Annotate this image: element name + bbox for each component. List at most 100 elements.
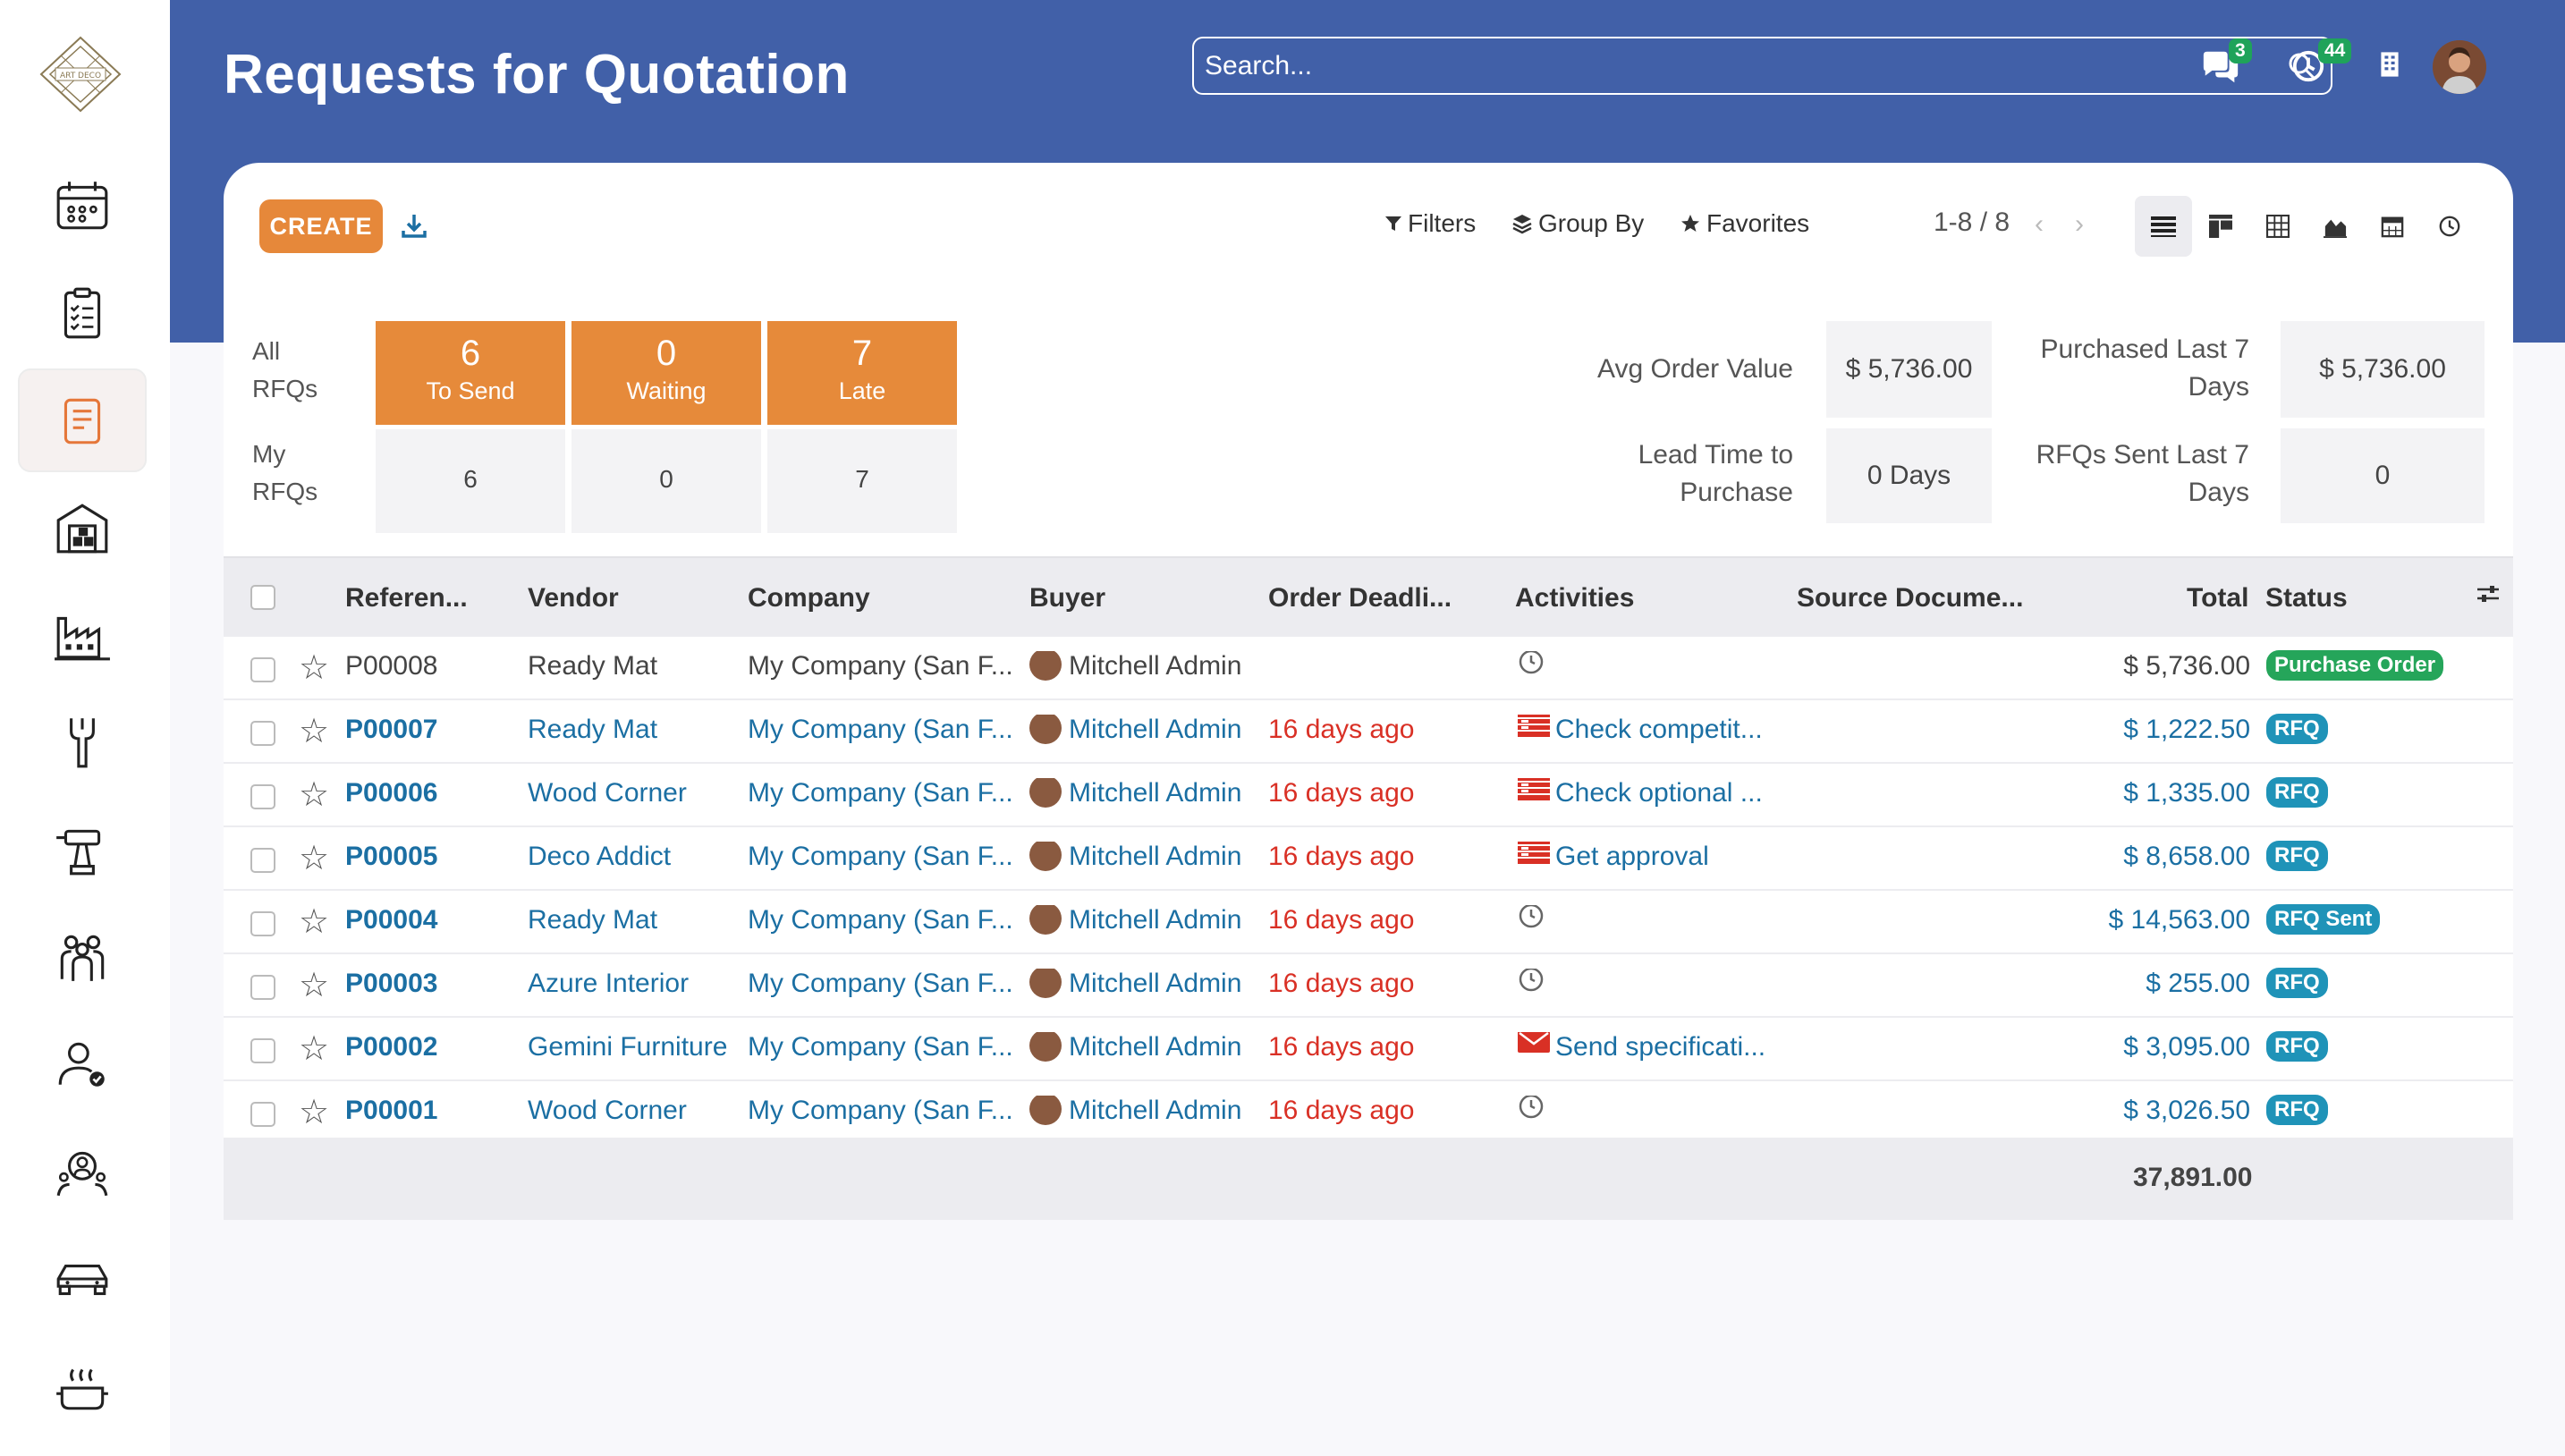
table-row[interactable]: ☆ P00005 Deco Addict My Company (San F..… [224, 827, 2513, 891]
column-company[interactable]: Company [748, 583, 870, 614]
table-row[interactable]: ☆ P00008 Ready Mat My Company (San F... … [224, 637, 2513, 700]
my-late-tile[interactable]: 7 [767, 429, 957, 533]
sidebar-item-fleet[interactable] [18, 1227, 147, 1331]
column-buyer[interactable]: Buyer [1029, 583, 1105, 614]
sidebar-item-drill[interactable] [18, 798, 147, 902]
pager-previous-button[interactable]: ‹ [2035, 209, 2044, 240]
company-switcher-button[interactable] [2379, 49, 2400, 84]
reference[interactable]: P00005 [345, 842, 520, 872]
sidebar-item-manufacturing[interactable] [18, 583, 147, 687]
vendor[interactable]: Ready Mat [528, 715, 742, 745]
table-row[interactable]: ☆ P00002 Gemini Furniture My Company (Sa… [224, 1018, 2513, 1081]
favorite-star-icon[interactable]: ☆ [299, 1092, 329, 1132]
sidebar-item-employees[interactable] [18, 905, 147, 1009]
company[interactable]: My Company (San F... [748, 842, 1016, 872]
table-row[interactable]: ☆ P00004 Ready Mat My Company (San F... … [224, 891, 2513, 954]
sidebar-item-user-check[interactable] [18, 1012, 147, 1116]
table-row[interactable]: ☆ P00006 Wood Corner My Company (San F..… [224, 764, 2513, 827]
buyer-cell[interactable]: Mitchell Admin [1029, 715, 1264, 747]
activity-cell[interactable]: Send specificati... [1518, 1032, 1786, 1064]
all-waiting-tile[interactable]: 0 Waiting [571, 321, 761, 425]
envelope-icon[interactable] [1518, 1032, 1550, 1062]
favorite-star-icon[interactable]: ☆ [299, 648, 329, 688]
vendor[interactable]: Ready Mat [528, 905, 742, 935]
activity-cell[interactable] [1518, 969, 1786, 1003]
list-icon[interactable] [1518, 842, 1550, 871]
company-logo[interactable]: ART DECO [36, 34, 125, 114]
row-checkbox[interactable] [250, 975, 275, 1000]
sidebar-item-tasks[interactable] [18, 261, 147, 365]
favorite-star-icon[interactable]: ☆ [299, 1029, 329, 1069]
table-row[interactable]: ☆ P00007 Ready Mat My Company (San F... … [224, 700, 2513, 764]
list-icon[interactable] [1518, 715, 1550, 744]
activity-cell[interactable]: Check competit... [1518, 715, 1786, 747]
buyer-cell[interactable]: Mitchell Admin [1029, 905, 1264, 937]
search-bar[interactable] [1192, 37, 2332, 95]
pivot-view-button[interactable] [2249, 196, 2307, 257]
favorite-star-icon[interactable]: ☆ [299, 711, 329, 751]
pager-next-button[interactable]: › [2075, 209, 2084, 240]
filters-button[interactable]: Filters [1384, 209, 1476, 238]
favorite-star-icon[interactable]: ☆ [299, 838, 329, 878]
vendor[interactable]: Gemini Furniture [528, 1032, 742, 1062]
buyer-cell[interactable]: Mitchell Admin [1029, 1032, 1264, 1064]
row-checkbox[interactable] [250, 784, 275, 809]
column-source-document[interactable]: Source Docume... [1797, 583, 2023, 614]
reference[interactable]: P00008 [345, 651, 520, 681]
select-all-checkbox[interactable] [250, 585, 275, 610]
search-input[interactable] [1205, 44, 2260, 89]
user-avatar[interactable] [2433, 40, 2486, 94]
buyer-cell[interactable]: Mitchell Admin [1029, 842, 1264, 874]
activity-view-button[interactable] [2421, 196, 2478, 257]
column-order-deadline[interactable]: Order Deadli... [1268, 583, 1452, 614]
buyer-cell[interactable]: Mitchell Admin [1029, 778, 1264, 810]
optional-columns-icon[interactable] [2476, 581, 2501, 606]
list-icon[interactable] [1518, 778, 1550, 808]
row-checkbox[interactable] [250, 911, 275, 936]
reference[interactable]: P00001 [345, 1096, 520, 1126]
row-checkbox[interactable] [250, 848, 275, 873]
row-checkbox[interactable] [250, 721, 275, 746]
vendor[interactable]: Wood Corner [528, 1096, 742, 1126]
favorite-star-icon[interactable]: ☆ [299, 902, 329, 942]
clock-icon[interactable] [1518, 905, 1545, 936]
list-view-button[interactable] [2135, 196, 2192, 257]
company[interactable]: My Company (San F... [748, 715, 1016, 745]
vendor[interactable]: Wood Corner [528, 778, 742, 808]
my-waiting-tile[interactable]: 0 [571, 429, 761, 533]
row-checkbox[interactable] [250, 1038, 275, 1063]
activity-cell[interactable]: Check optional ... [1518, 778, 1786, 810]
sidebar-item-recruitment[interactable] [18, 1120, 147, 1223]
vendor[interactable]: Azure Interior [528, 969, 742, 999]
column-reference[interactable]: Referen... [345, 583, 468, 614]
my-to-send-tile[interactable]: 6 [376, 429, 565, 533]
pager-value[interactable]: 1-8 / 8 [1934, 207, 2010, 238]
activity-cell[interactable] [1518, 1096, 1786, 1130]
all-late-tile[interactable]: 7 Late [767, 321, 957, 425]
create-button[interactable]: CREATE [259, 199, 383, 253]
company[interactable]: My Company (San F... [748, 778, 1016, 808]
favorites-button[interactable]: Favorites [1680, 209, 1809, 238]
table-row[interactable]: ☆ P00003 Azure Interior My Company (San … [224, 954, 2513, 1018]
company[interactable]: My Company (San F... [748, 1096, 1016, 1126]
reference[interactable]: P00007 [345, 715, 520, 745]
group-by-button[interactable]: Group By [1511, 209, 1644, 238]
vendor[interactable]: Deco Addict [528, 842, 742, 872]
sidebar-item-calendar[interactable] [18, 154, 147, 258]
column-activities[interactable]: Activities [1515, 583, 1634, 614]
buyer-cell[interactable]: Mitchell Admin [1029, 1096, 1264, 1128]
kanban-view-button[interactable] [2192, 196, 2249, 257]
reference[interactable]: P00004 [345, 905, 520, 935]
favorite-star-icon[interactable]: ☆ [299, 965, 329, 1005]
activity-cell[interactable] [1518, 651, 1786, 685]
vendor[interactable]: Ready Mat [528, 651, 742, 681]
company[interactable]: My Company (San F... [748, 905, 1016, 935]
column-total[interactable]: Total [2187, 583, 2248, 614]
all-to-send-tile[interactable]: 6 To Send [376, 321, 565, 425]
messages-button[interactable]: 3 [2200, 38, 2252, 89]
favorite-star-icon[interactable]: ☆ [299, 775, 329, 815]
activities-button[interactable]: 44 [2291, 38, 2352, 88]
sidebar-item-kitchen[interactable] [18, 1334, 147, 1438]
sidebar-item-purchase[interactable] [18, 368, 147, 472]
sidebar-item-tools[interactable] [18, 690, 147, 794]
